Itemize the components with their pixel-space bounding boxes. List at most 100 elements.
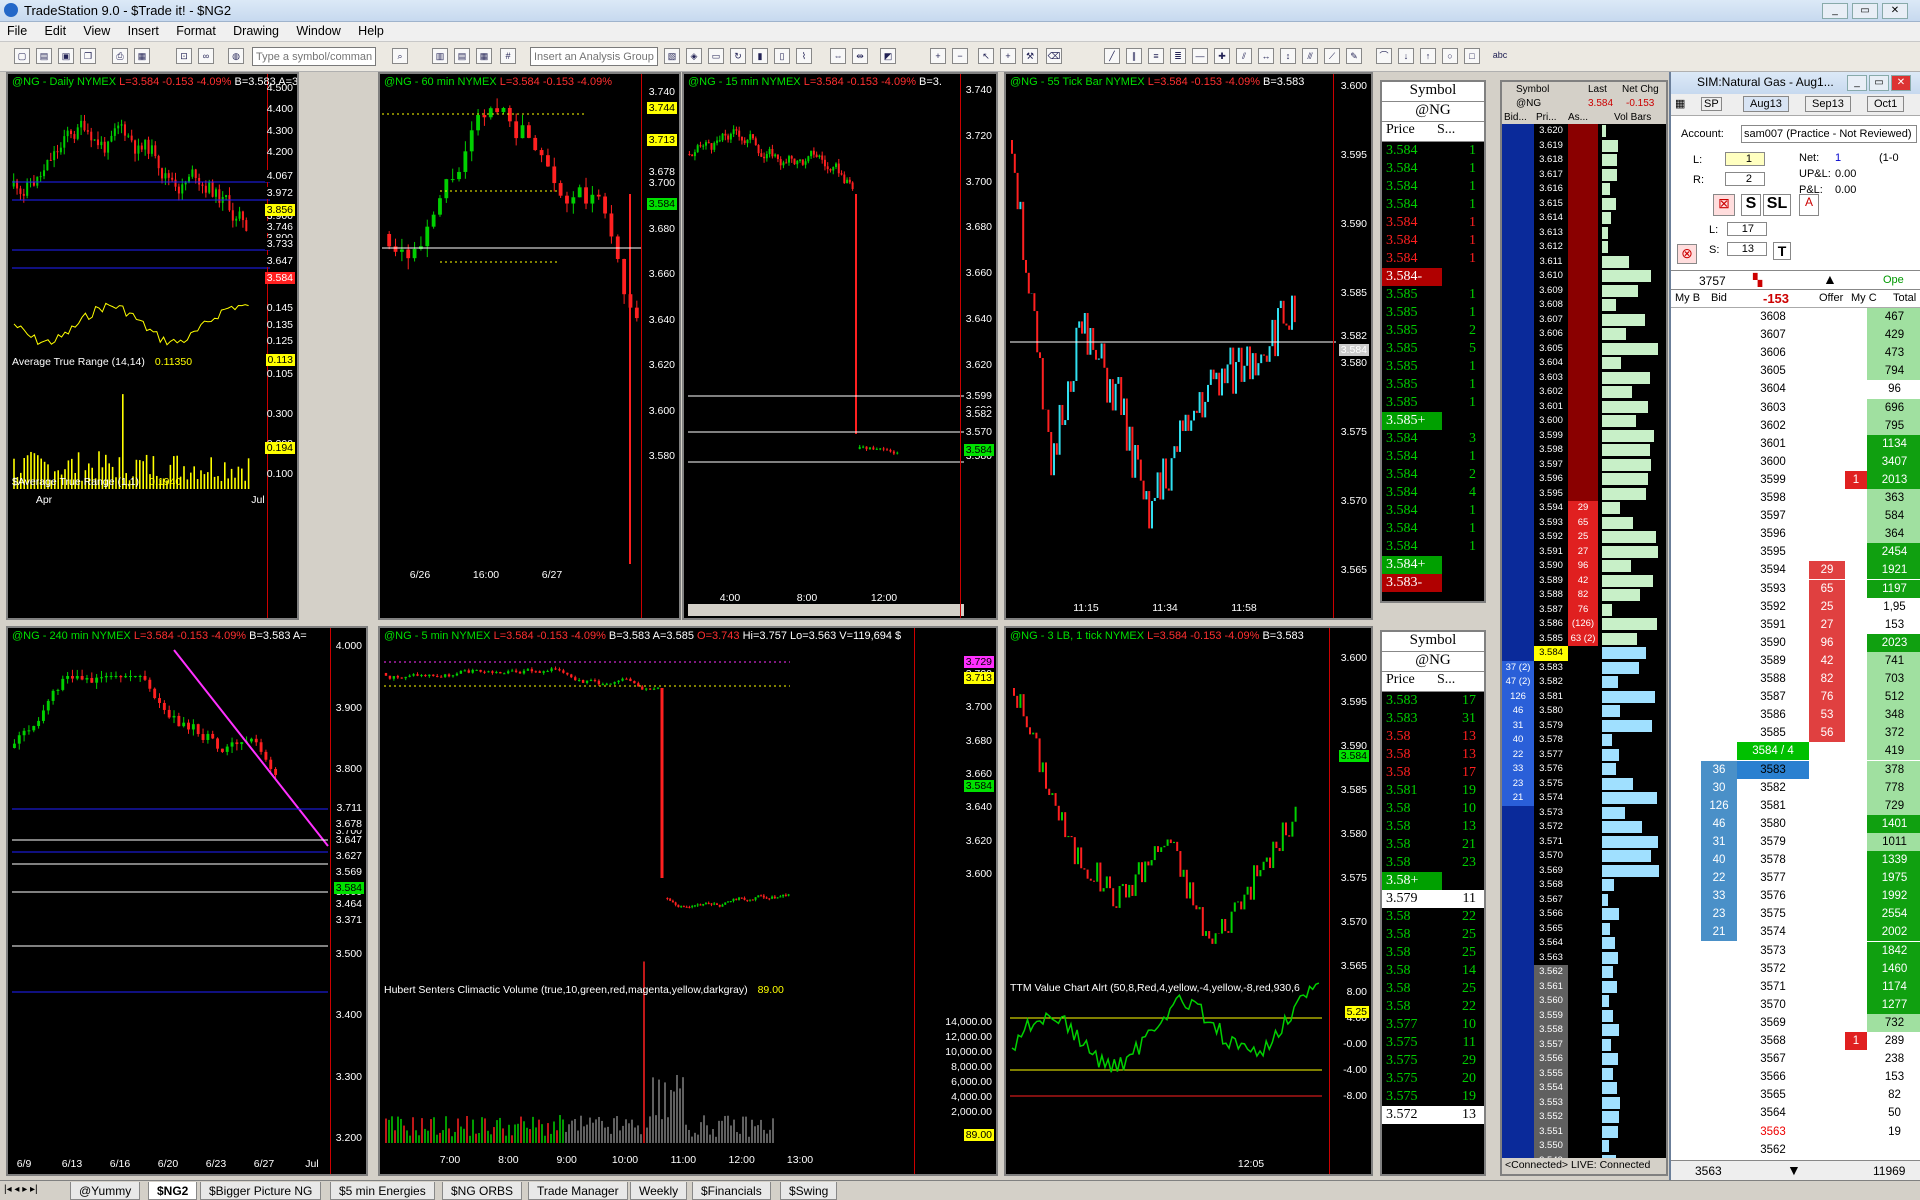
dom-total-cell[interactable]: 729 <box>1867 796 1920 815</box>
vol-matrix-row[interactable]: 3.555 <box>1502 1066 1666 1081</box>
dom-bid-cell[interactable] <box>1701 1086 1737 1104</box>
menu-edit[interactable]: Edit <box>38 22 74 40</box>
vol-matrix-row[interactable]: 3.558 <box>1502 1023 1666 1038</box>
dom-my-order-cell[interactable] <box>1845 742 1867 760</box>
dom-total-cell[interactable]: 363 <box>1867 489 1920 507</box>
dom-my-order-cell[interactable] <box>1845 453 1867 471</box>
dom-my-order-cell[interactable] <box>1845 344 1867 362</box>
dom-total-cell[interactable]: 1277 <box>1867 995 1920 1014</box>
dom-price-cell[interactable]: 3584 / 4 <box>1737 742 1809 761</box>
dom-bid-cell[interactable] <box>1701 362 1737 380</box>
dom-row[interactable]: 3603 696 <box>1671 398 1920 417</box>
chart-daily[interactable]: @NG - Daily NYMEX L=3.584 -0.153 -4.09% … <box>6 72 299 620</box>
dom-offer-cell[interactable]: 96 <box>1809 633 1845 652</box>
dom-row[interactable]: 3588 82 703 <box>1671 670 1920 688</box>
dom-bid-cell[interactable] <box>1701 399 1737 417</box>
time-sales-top[interactable]: Symbol @NG Price S... 3.584 1 3.584 1 3.584 1 3… <box>1380 80 1486 603</box>
pencil-icon[interactable]: ✎ <box>1346 48 1362 64</box>
dom-offer-cell[interactable] <box>1809 960 1845 978</box>
dom-row[interactable]: 3601 1134 <box>1671 434 1920 453</box>
dom-bid-cell[interactable] <box>1701 942 1737 960</box>
dom-row[interactable]: 3597 584 <box>1671 507 1920 526</box>
dom-total-cell[interactable]: 1401 <box>1867 814 1920 833</box>
dom-bid-cell[interactable] <box>1701 670 1737 688</box>
dom-row[interactable]: 3562 <box>1671 1141 1920 1159</box>
dom-offer-cell[interactable] <box>1809 761 1845 779</box>
dom-row[interactable]: 3563 19 <box>1671 1123 1920 1141</box>
dom-my-order-cell[interactable] <box>1845 1068 1867 1086</box>
dom-tab-sep13[interactable]: Sep13 <box>1805 96 1851 112</box>
dom-my-order-cell[interactable] <box>1845 688 1867 706</box>
dom-bid-cell[interactable] <box>1701 1032 1737 1050</box>
dom-row[interactable]: 22 3577 1975 <box>1671 869 1920 888</box>
dom-offer-cell[interactable]: 42 <box>1809 651 1845 670</box>
dom-bid-cell[interactable]: 40 <box>1701 851 1737 869</box>
vol-matrix-row[interactable]: 3.603 <box>1502 370 1666 385</box>
vol-matrix-row[interactable]: 3.610 <box>1502 269 1666 284</box>
dom-total-cell[interactable]: 1,95 <box>1867 598 1920 616</box>
vol-matrix-row[interactable]: 3.607 <box>1502 312 1666 327</box>
dom-my-bid-cell[interactable] <box>1671 779 1701 797</box>
dom-offer-cell[interactable] <box>1809 1104 1845 1122</box>
dom-my-bid-cell[interactable] <box>1671 380 1701 398</box>
dom-row[interactable]: 40 3578 1339 <box>1671 851 1920 869</box>
dom-total-cell[interactable]: 1339 <box>1867 851 1920 869</box>
dom-offer-cell[interactable] <box>1809 417 1845 435</box>
dom-my-order-cell[interactable] <box>1845 399 1867 417</box>
dom-total-cell[interactable]: 364 <box>1867 525 1920 544</box>
vol-matrix-row[interactable]: 3.619 <box>1502 138 1666 153</box>
print-preview-icon[interactable]: ▦ <box>134 48 150 64</box>
dom-my-order-cell[interactable] <box>1845 1104 1867 1122</box>
tab-weekly[interactable]: Weekly <box>630 1182 688 1200</box>
dom-price-cell[interactable]: 3595 <box>1737 543 1809 561</box>
vol-matrix-row[interactable]: 3.616 <box>1502 182 1666 197</box>
dom-my-bid-cell[interactable] <box>1671 670 1701 688</box>
dom-offer-cell[interactable] <box>1809 308 1845 326</box>
dom-my-bid-cell[interactable] <box>1671 399 1701 417</box>
rectangle-icon[interactable]: □ <box>1464 48 1480 64</box>
dom-my-bid-cell[interactable] <box>1671 923 1701 941</box>
vol-matrix-row[interactable]: 3.560 <box>1502 994 1666 1009</box>
dom-chart-icon[interactable]: ▦ <box>1675 97 1685 110</box>
dom-offer-cell[interactable]: 27 <box>1809 615 1845 634</box>
ts-bottom-symbol[interactable]: @NG <box>1382 652 1484 672</box>
print-icon[interactable]: ⎙ <box>112 48 128 64</box>
vol-matrix-row[interactable]: 3.557 <box>1502 1037 1666 1052</box>
chart-5min[interactable]: @NG - 5 min NYMEX L=3.584 -0.153 -4.09% … <box>378 626 998 1176</box>
dom-price-cell[interactable]: 3569 <box>1737 1014 1809 1032</box>
dom-row[interactable]: 3564 50 <box>1671 1104 1920 1122</box>
dom-bid-cell[interactable]: 30 <box>1701 778 1737 797</box>
dom-my-bid-cell[interactable] <box>1671 706 1701 724</box>
menu-format[interactable]: Format <box>169 22 223 40</box>
vol-matrix-row[interactable]: 3.604 <box>1502 356 1666 371</box>
dom-bid-cell[interactable]: 46 <box>1701 814 1737 833</box>
chart-15min[interactable]: @NG - 15 min NYMEX L=3.584 -0.153 -4.09%… <box>682 72 998 620</box>
dom-my-bid-cell[interactable] <box>1671 1032 1701 1050</box>
vol-matrix-row[interactable]: 3.594 29 <box>1502 501 1666 516</box>
dom-my-order-cell[interactable] <box>1845 905 1867 923</box>
dom-bid-cell[interactable] <box>1701 1014 1737 1032</box>
vol-matrix-row[interactable]: 3.554 <box>1502 1081 1666 1096</box>
dom-my-bid-cell[interactable] <box>1671 616 1701 634</box>
fan-icon[interactable]: ⟋ <box>1324 48 1340 64</box>
dom-bid-cell[interactable]: 22 <box>1701 869 1737 888</box>
down-arrow-icon[interactable]: ↓ <box>1398 48 1414 64</box>
dom-offer-cell[interactable]: 53 <box>1809 706 1845 725</box>
dom-my-bid-cell[interactable] <box>1671 507 1701 525</box>
dom-my-order-cell[interactable] <box>1845 869 1867 887</box>
dom-my-bid-cell[interactable] <box>1671 1068 1701 1086</box>
dom-total-cell[interactable]: 1197 <box>1867 579 1920 598</box>
dom-my-order-cell[interactable] <box>1845 561 1867 579</box>
dom-my-order-cell[interactable] <box>1845 616 1867 634</box>
dom-my-order-cell[interactable] <box>1845 833 1867 851</box>
dom-row[interactable]: 3589 42 741 <box>1671 651 1920 670</box>
dom-total-cell[interactable]: 372 <box>1867 724 1920 743</box>
scroll-up-icon[interactable]: ▲ <box>1823 271 1837 287</box>
vol-matrix-row[interactable]: 3.567 <box>1502 892 1666 907</box>
dom-offer-cell[interactable] <box>1809 833 1845 851</box>
dom-row[interactable]: 126 3581 729 <box>1671 796 1920 815</box>
dom-price-cell[interactable]: 3582 <box>1737 779 1809 797</box>
cross-icon[interactable]: ✚ <box>1214 48 1230 64</box>
dom-my-order-cell[interactable] <box>1845 670 1867 688</box>
vol-matrix-row[interactable]: 3.562 <box>1502 965 1666 980</box>
